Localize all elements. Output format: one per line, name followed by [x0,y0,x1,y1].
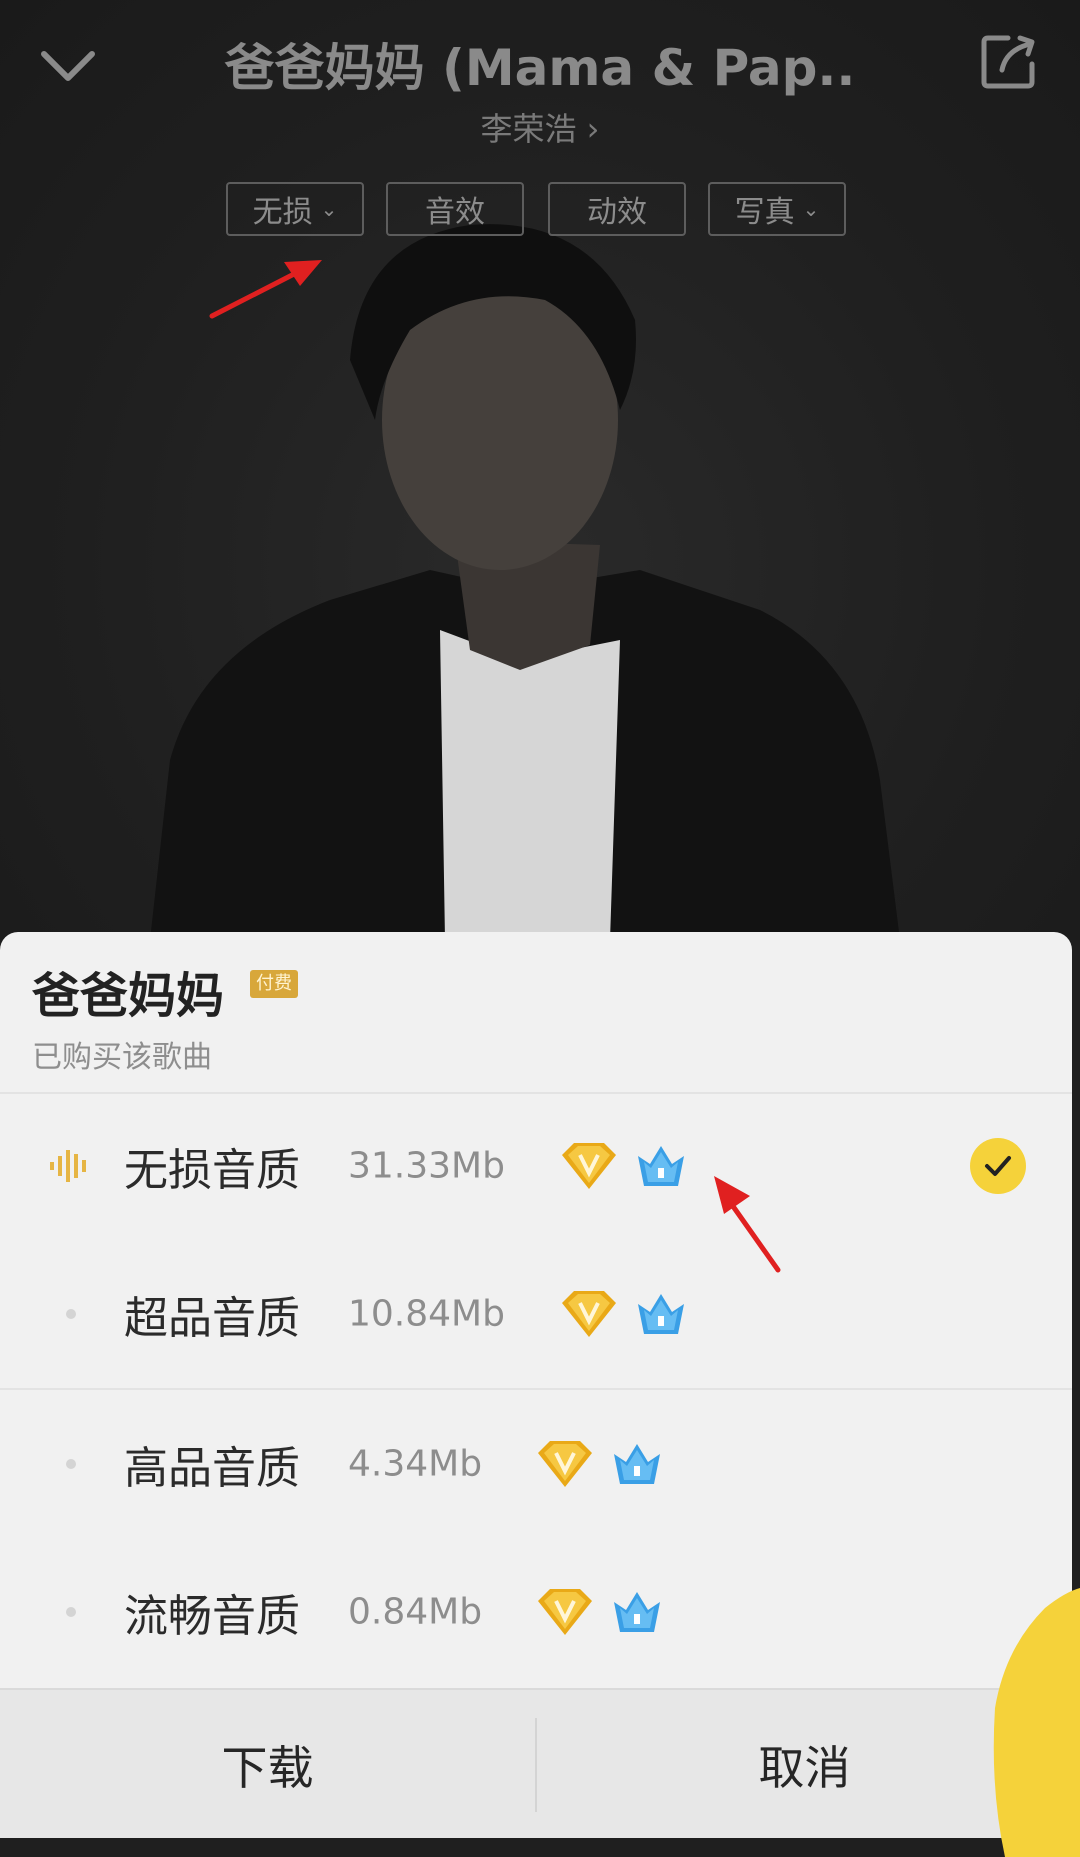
caret-down-icon: ⌄ [802,197,820,221]
share-icon[interactable] [978,30,1040,92]
quality-option-super[interactable]: 超品音质 10.84Mb [0,1240,1072,1390]
quality-label: 超品音质 [124,1293,300,1344]
vip-crown-icon [614,1592,660,1632]
chip-sound-effect-label: 音效 [425,195,485,230]
playing-waveform-icon [50,1150,86,1182]
quality-size: 0.84Mb [348,1591,483,1633]
chip-sound-effect[interactable]: 音效 [386,182,524,236]
quality-option-smooth[interactable]: 流畅音质 0.84Mb [0,1538,1072,1686]
annotation-arrow-icon [209,260,322,319]
chip-photo[interactable]: 写真 ⌄ [708,182,846,236]
vip-crown-icon [638,1294,684,1334]
unselected-dot-icon [66,1459,76,1469]
caret-down-icon: ⌄ [320,197,338,221]
quality-size: 10.84Mb [348,1293,505,1335]
quality-size: 4.34Mb [348,1443,483,1485]
vip-diamond-icon [562,1291,616,1337]
sheet-header: 爸爸妈妈 付费 已购买该歌曲 [0,932,1072,1094]
chevron-down-icon[interactable] [36,38,100,94]
yellow-decoration [993,1588,1080,1857]
quality-label: 高品音质 [124,1443,300,1494]
quality-option-high[interactable]: 高品音质 4.34Mb [0,1390,1072,1538]
chip-photo-label: 写真 [734,195,795,230]
artist-link[interactable]: 李荣浩 › [380,104,700,150]
purchase-status: 已购买该歌曲 [32,1040,212,1075]
chip-quality-label: 无损 [252,195,313,230]
paid-badge: 付费 [250,970,298,998]
quality-sheet: 爸爸妈妈 付费 已购买该歌曲 无损音质 31.33Mb 超品音质 10.84Mb… [0,932,1072,1838]
unselected-dot-icon [66,1607,76,1617]
quality-size: 31.33Mb [348,1145,505,1187]
unselected-dot-icon [66,1309,76,1319]
vip-diamond-icon [538,1589,592,1635]
sheet-title: 爸爸妈妈 [32,968,225,1024]
vip-crown-icon [638,1146,684,1186]
quality-label: 流畅音质 [124,1591,300,1642]
song-title: 爸爸妈妈 (Mama & Pap.. [224,39,856,97]
vip-diamond-icon [538,1441,592,1487]
quality-label: 无损音质 [124,1145,300,1196]
sheet-footer: 下载 取消 [0,1688,1072,1838]
player-header: 爸爸妈妈 (Mama & Pap.. 李荣浩 › 无损 ⌄ 音效 动效 写真 ⌄ [0,0,1080,236]
chip-animation[interactable]: 动效 [548,182,686,236]
download-button[interactable]: 下载 [0,1690,535,1838]
chip-animation-label: 动效 [587,195,647,230]
annotation-arrow-icon [714,1176,781,1273]
vip-crown-icon [614,1444,660,1484]
check-icon [970,1138,1026,1194]
chip-quality[interactable]: 无损 ⌄ [226,182,364,236]
quality-option-lossless[interactable]: 无损音质 31.33Mb [0,1092,1072,1240]
vip-diamond-icon [562,1143,616,1189]
